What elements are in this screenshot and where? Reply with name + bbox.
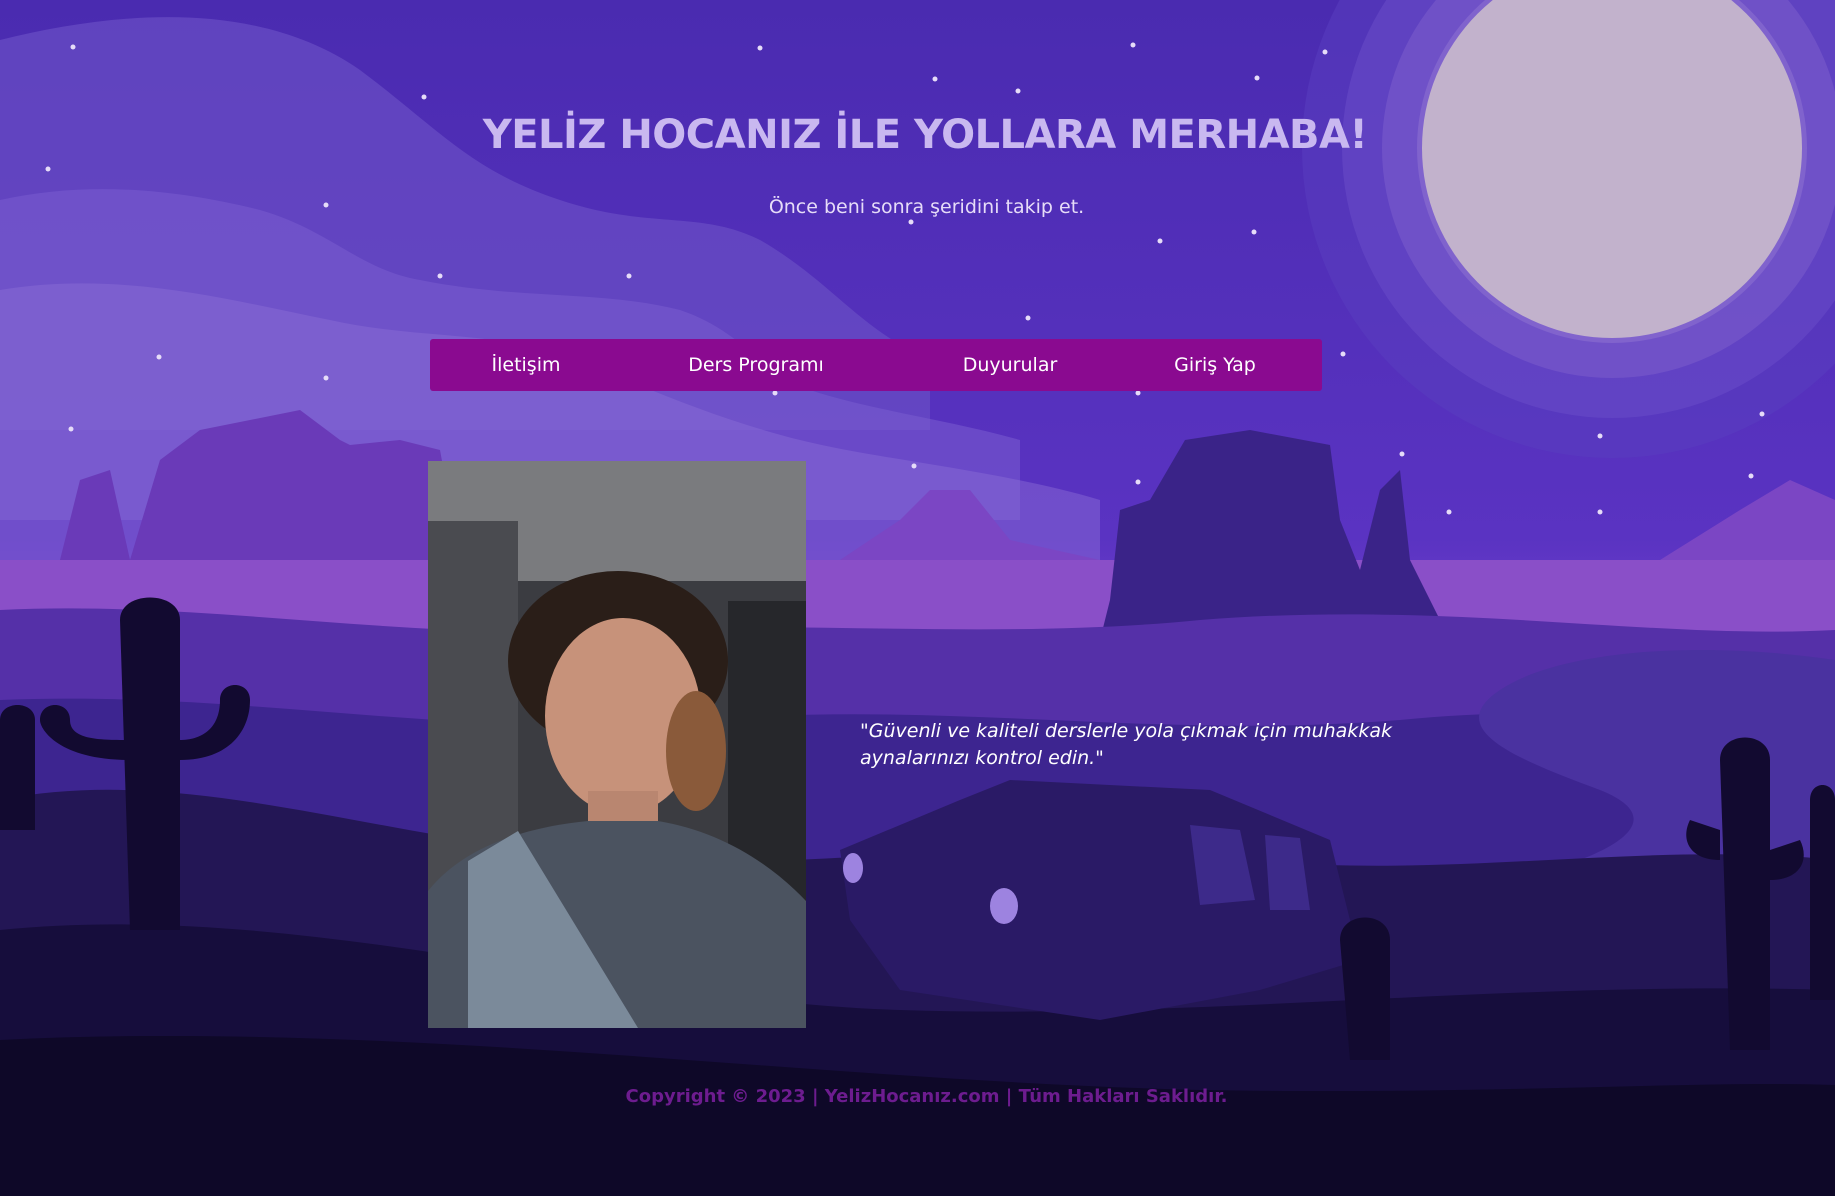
nav-item-iletisim[interactable]: İletişim [492,339,561,391]
nav-item-giris-yap[interactable]: Giriş Yap [1174,339,1256,391]
portrait-photo [428,461,806,1028]
footer-copyright: Copyright © 2023 | YelizHocanız.com | Tü… [625,1086,1228,1107]
page-title: YELİZ HOCANIZ İLE YOLLARA MERHABA! [482,112,1368,158]
portrait-photo-icon [428,461,806,1028]
page-subtitle: Önce beni sonra şeridini takip et. [768,196,1085,218]
desert-night-background [0,0,1835,1196]
nav-item-duyurular[interactable]: Duyurular [963,339,1058,391]
nav-item-ders-programi[interactable]: Ders Programı [688,339,824,391]
quote-text: "Güvenli ve kaliteli derslerle yola çıkm… [860,720,1392,769]
main-navigation: İletişim Ders Programı Duyurular Giriş Y… [430,339,1322,391]
